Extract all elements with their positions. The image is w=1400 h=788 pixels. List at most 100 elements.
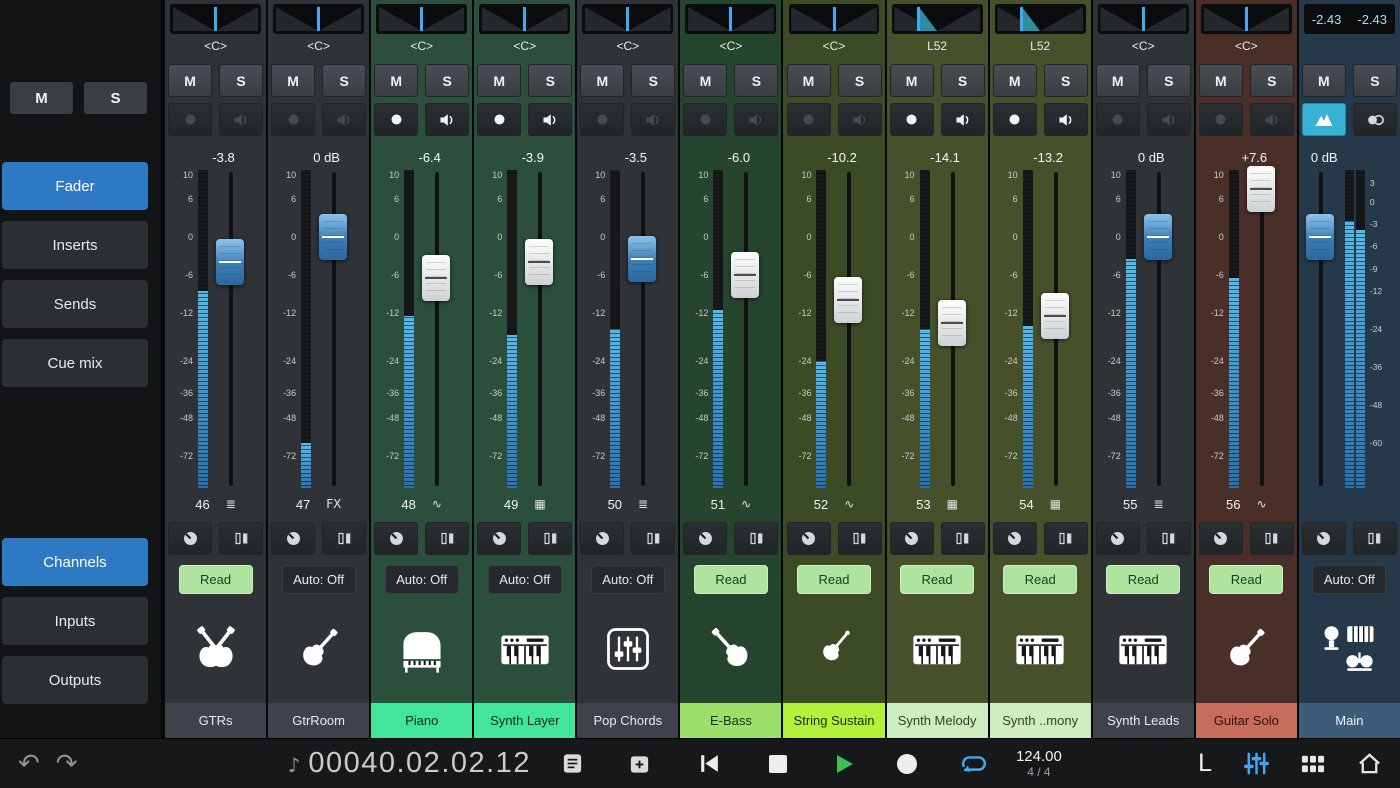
monitor-button[interactable] bbox=[219, 103, 263, 136]
channel-name[interactable]: E-Bass bbox=[680, 703, 781, 738]
global-solo-button[interactable]: S bbox=[84, 82, 147, 114]
solo-button[interactable]: S bbox=[1250, 64, 1294, 97]
channel-mode-button[interactable] bbox=[1044, 522, 1088, 555]
fader-track[interactable] bbox=[1260, 172, 1264, 486]
fader-track[interactable] bbox=[744, 172, 748, 486]
pan-knob-button[interactable] bbox=[374, 522, 418, 555]
record-arm-button[interactable] bbox=[477, 103, 521, 136]
automation-button[interactable]: Read bbox=[179, 565, 253, 594]
automation-button[interactable]: Read bbox=[1003, 565, 1077, 594]
instrument-piano-icon[interactable] bbox=[395, 594, 449, 703]
monitor-button[interactable] bbox=[941, 103, 985, 136]
mixer-view-button[interactable] bbox=[1244, 751, 1269, 776]
mute-button[interactable]: M bbox=[1302, 64, 1346, 97]
solo-button[interactable]: S bbox=[425, 64, 469, 97]
instrument-guitars-icon[interactable] bbox=[189, 594, 243, 703]
channel-mode-button[interactable] bbox=[838, 522, 882, 555]
play-button[interactable] bbox=[832, 752, 856, 776]
channel-mode-button[interactable] bbox=[322, 522, 366, 555]
mute-button[interactable]: M bbox=[580, 64, 624, 97]
fader-handle[interactable] bbox=[731, 252, 759, 298]
monitor-button[interactable] bbox=[631, 103, 675, 136]
solo-button[interactable]: S bbox=[941, 64, 985, 97]
channel-name[interactable]: Synth Melody bbox=[887, 703, 988, 738]
pan-knob-button[interactable] bbox=[1096, 522, 1140, 555]
mute-button[interactable]: M bbox=[993, 64, 1037, 97]
record-arm-button[interactable] bbox=[374, 103, 418, 136]
add-marker-button[interactable] bbox=[628, 752, 651, 775]
automation-button[interactable]: Auto: Off bbox=[282, 565, 356, 594]
channel-name[interactable]: Piano bbox=[371, 703, 472, 738]
fader-handle[interactable] bbox=[216, 239, 244, 285]
automation-button[interactable]: Read bbox=[1106, 565, 1180, 594]
pan-control[interactable] bbox=[582, 4, 673, 34]
automation-button[interactable]: Auto: Off bbox=[1312, 565, 1386, 594]
solo-button[interactable]: S bbox=[1147, 64, 1191, 97]
fader-handle[interactable] bbox=[1144, 214, 1172, 260]
mute-button[interactable]: M bbox=[1096, 64, 1140, 97]
record-arm-button[interactable] bbox=[168, 103, 212, 136]
mute-button[interactable]: M bbox=[477, 64, 521, 97]
automation-button[interactable]: Auto: Off bbox=[385, 565, 459, 594]
record-arm-button[interactable] bbox=[787, 103, 831, 136]
fader-handle[interactable] bbox=[834, 277, 862, 323]
monitor-button[interactable] bbox=[1147, 103, 1191, 136]
pads-view-button[interactable] bbox=[1301, 752, 1325, 776]
fader-handle[interactable] bbox=[1306, 214, 1334, 260]
channel-name[interactable]: Synth ..mony bbox=[990, 703, 1091, 738]
home-button[interactable] bbox=[1357, 751, 1382, 776]
mute-button[interactable]: M bbox=[1199, 64, 1243, 97]
pan-control[interactable] bbox=[892, 4, 983, 34]
sidebar-item-fader[interactable]: Fader bbox=[2, 162, 148, 210]
mute-button[interactable]: M bbox=[374, 64, 418, 97]
pan-knob-button[interactable] bbox=[580, 522, 624, 555]
monitor-button[interactable] bbox=[528, 103, 572, 136]
automation-button[interactable]: Read bbox=[694, 565, 768, 594]
monitor-button[interactable] bbox=[734, 103, 778, 136]
solo-button[interactable]: S bbox=[322, 64, 366, 97]
channel-mode-button[interactable] bbox=[1250, 522, 1294, 555]
pan-control[interactable] bbox=[479, 4, 570, 34]
pan-knob-button[interactable] bbox=[1302, 522, 1346, 555]
automation-button[interactable]: Read bbox=[1209, 565, 1283, 594]
pan-knob-button[interactable] bbox=[993, 522, 1037, 555]
channel-name[interactable]: Pop Chords bbox=[577, 703, 678, 738]
monitor-button[interactable] bbox=[322, 103, 366, 136]
channel-mode-button[interactable] bbox=[941, 522, 985, 555]
record-arm-button[interactable] bbox=[1199, 103, 1243, 136]
channel-mode-button[interactable] bbox=[1353, 522, 1397, 555]
fader-track[interactable] bbox=[847, 172, 851, 486]
mute-button[interactable]: M bbox=[683, 64, 727, 97]
monitor-button[interactable] bbox=[425, 103, 469, 136]
instrument-synth-icon[interactable] bbox=[498, 594, 552, 703]
record-arm-button[interactable] bbox=[580, 103, 624, 136]
time-display[interactable]: ♪ 00040.02.02.12 bbox=[288, 747, 531, 780]
fader-track[interactable] bbox=[229, 172, 233, 486]
channel-name[interactable]: GtrRoom bbox=[268, 703, 369, 738]
spectrum-button[interactable] bbox=[1302, 103, 1346, 136]
record-arm-button[interactable] bbox=[1096, 103, 1140, 136]
pan-control[interactable] bbox=[376, 4, 467, 34]
mute-button[interactable]: M bbox=[168, 64, 212, 97]
solo-button[interactable]: S bbox=[219, 64, 263, 97]
pan-control[interactable] bbox=[273, 4, 364, 34]
channel-name[interactable]: Main bbox=[1299, 703, 1400, 738]
automation-button[interactable]: Auto: Off bbox=[591, 565, 665, 594]
automation-button[interactable]: Auto: Off bbox=[488, 565, 562, 594]
automation-button[interactable]: Read bbox=[797, 565, 871, 594]
channel-mode-button[interactable] bbox=[734, 522, 778, 555]
undo-button[interactable]: ↶ bbox=[18, 751, 40, 777]
instrument-synth-icon[interactable] bbox=[1013, 594, 1067, 703]
channel-name[interactable]: Synth Leads bbox=[1093, 703, 1194, 738]
solo-button[interactable]: S bbox=[734, 64, 778, 97]
pan-control[interactable] bbox=[995, 4, 1086, 34]
instrument-main-icon[interactable] bbox=[1321, 594, 1377, 703]
pan-control[interactable] bbox=[789, 4, 880, 34]
channel-mode-button[interactable] bbox=[219, 522, 263, 555]
channel-mode-button[interactable] bbox=[1147, 522, 1191, 555]
pan-knob-button[interactable] bbox=[1199, 522, 1243, 555]
fader-track[interactable] bbox=[538, 172, 542, 486]
record-arm-button[interactable] bbox=[993, 103, 1037, 136]
mute-button[interactable]: M bbox=[787, 64, 831, 97]
channel-name[interactable]: String Sustain bbox=[783, 703, 884, 738]
